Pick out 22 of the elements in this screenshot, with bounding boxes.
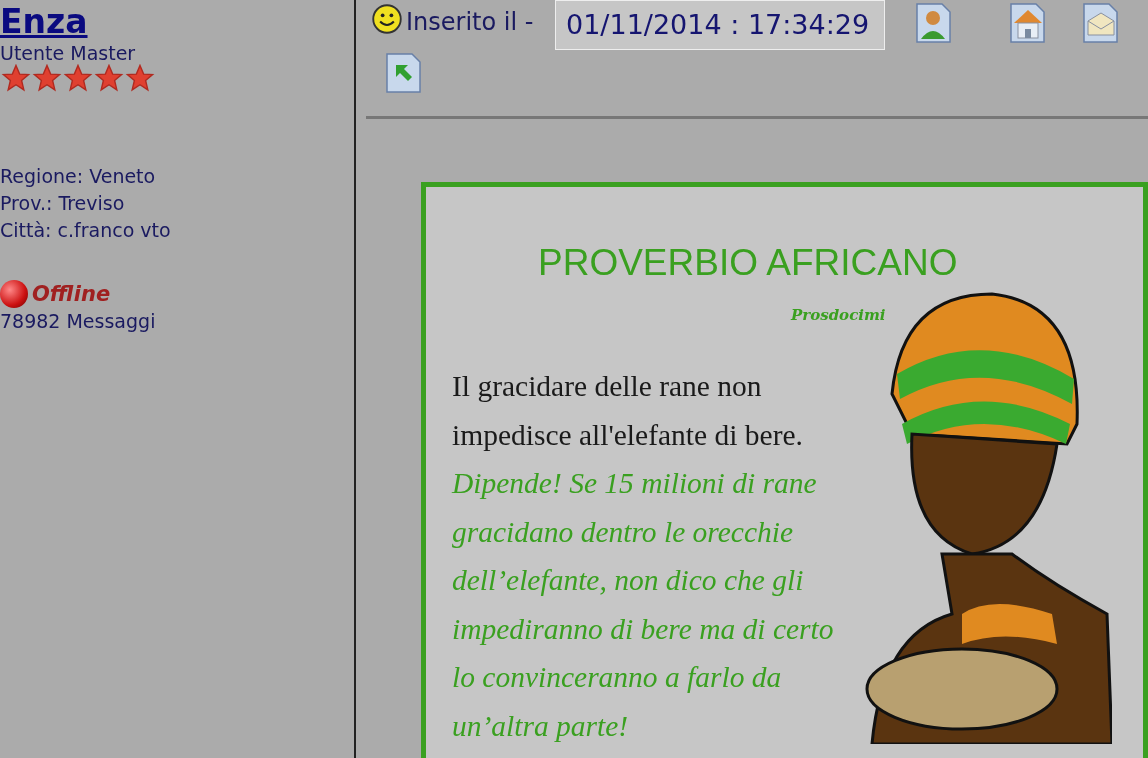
star-icon bbox=[124, 64, 156, 92]
proverb-author: Prosdocimi bbox=[791, 306, 887, 324]
posted-label: Inserito il - bbox=[406, 8, 534, 36]
star-icon bbox=[31, 64, 63, 92]
star-icon bbox=[0, 64, 32, 92]
date-tooltip: 01/11/2014 : 17:34:29 bbox=[555, 0, 885, 50]
status-label: Offline bbox=[32, 282, 111, 306]
star-icon bbox=[62, 64, 94, 92]
home-icon[interactable] bbox=[1008, 0, 1047, 46]
comment-text: Dipende! Se 15 milioni di rane gracidano dentro le orecchie dell’elefante, non dico che gli impediranno di bere ma di certo lo convinceranno a farlo da un’altra parte! bbox=[452, 466, 835, 744]
envelope-icon[interactable] bbox=[1081, 0, 1120, 46]
user-profile-icon[interactable] bbox=[914, 0, 953, 46]
author-detail: Prov.: Treviso bbox=[0, 191, 126, 216]
star-icon bbox=[93, 64, 125, 92]
proverb-text: Il gracidare delle rane non impedisce all'elefante di bere. bbox=[452, 369, 804, 453]
smiley-icon bbox=[372, 4, 402, 34]
proverb-title: PROVERBIO AFRICANO bbox=[538, 242, 959, 284]
author-rank: Utente Master bbox=[0, 42, 137, 64]
author-name-link[interactable]: Enza bbox=[0, 2, 88, 42]
post-count: 78982 Messaggi bbox=[0, 309, 157, 334]
author-detail: Regione: Veneto bbox=[0, 164, 157, 189]
author-detail: Città: c.franco vto bbox=[0, 218, 172, 243]
